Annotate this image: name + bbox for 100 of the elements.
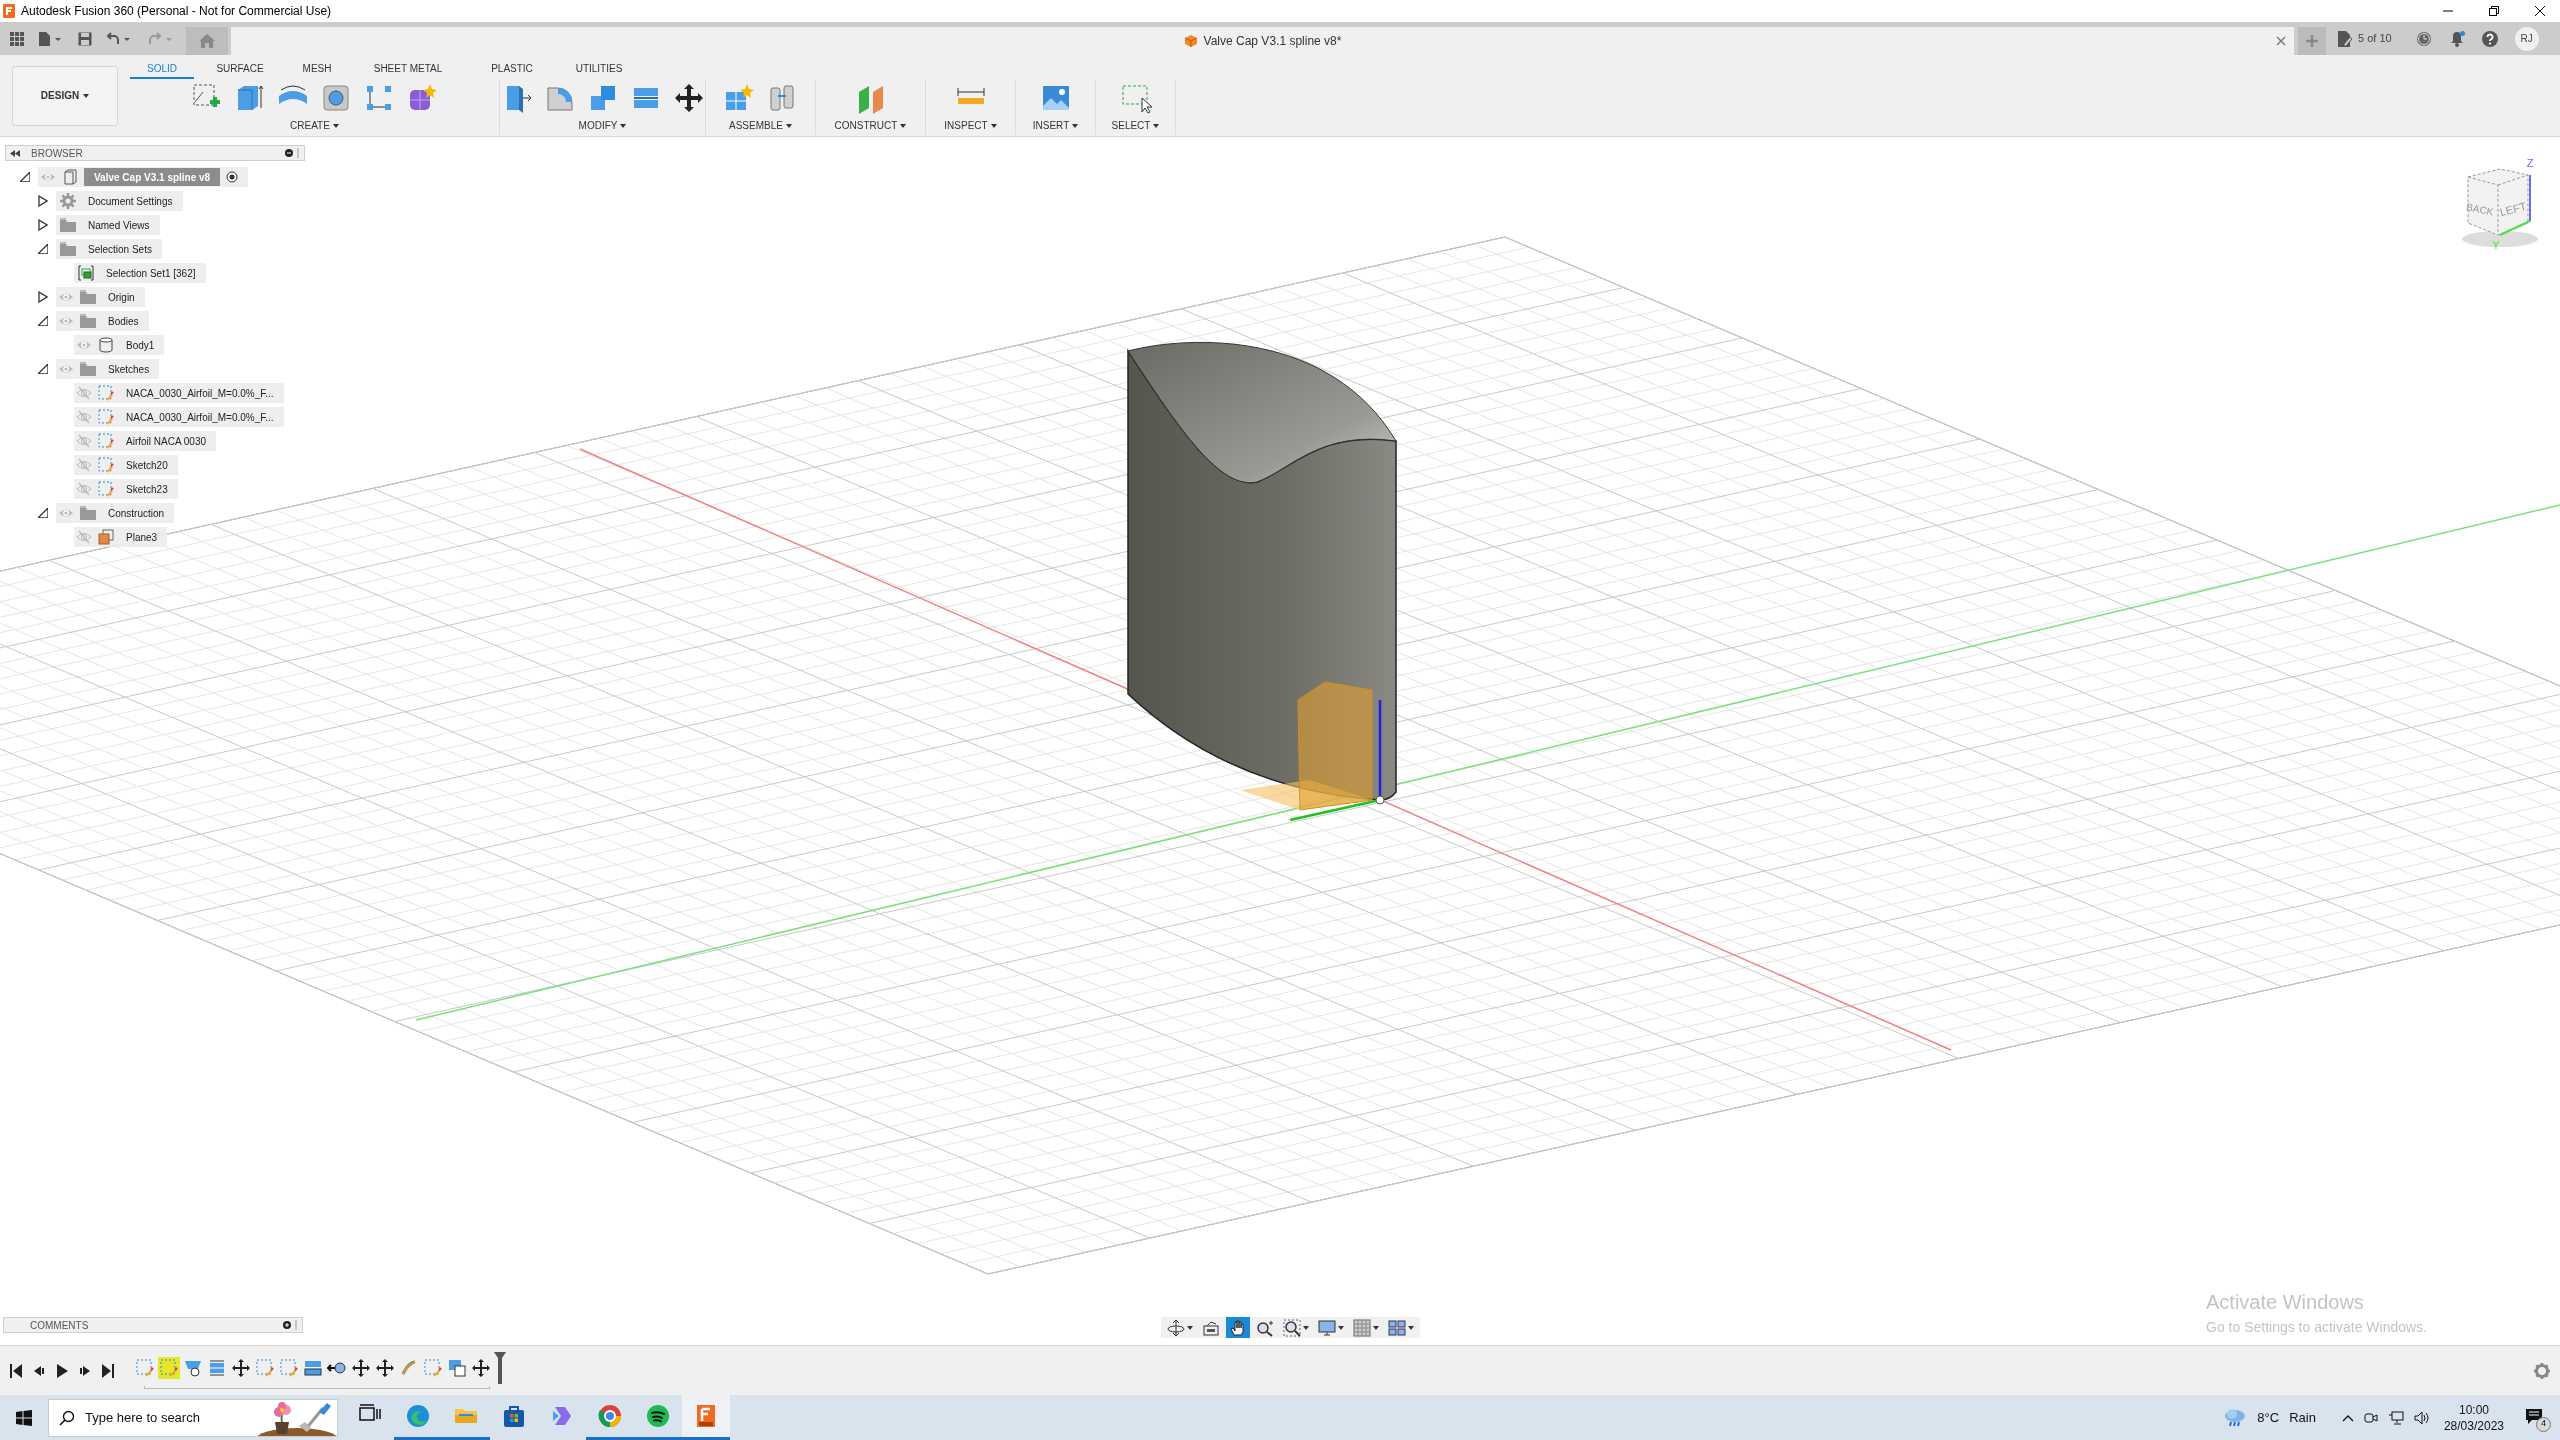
- collapse-panel-icon[interactable]: [10, 149, 20, 157]
- tree-item[interactable]: Sketch20: [74, 455, 178, 475]
- tool-group-menu[interactable]: MODIFY: [578, 118, 627, 133]
- tree-item[interactable]: Construction: [56, 503, 175, 523]
- tool-group-menu[interactable]: SELECT: [1111, 118, 1160, 133]
- weather-rain-icon[interactable]: [2223, 1407, 2248, 1428]
- collapse-arrow-icon[interactable]: [20, 172, 30, 182]
- caret-icon: [785, 123, 792, 128]
- minus-circle-icon[interactable]: [285, 149, 293, 157]
- restore-icon[interactable]: [2488, 5, 2500, 17]
- hole-icon[interactable]: [320, 82, 352, 114]
- timeline-feature[interactable]: [230, 1357, 252, 1379]
- settings-icon[interactable]: [2534, 1362, 2550, 1379]
- tree-item[interactable]: Selection Set1 [362]: [74, 263, 206, 283]
- nav-tool-button[interactable]: [1164, 1317, 1196, 1338]
- weather-condition[interactable]: Rain: [2289, 1407, 2316, 1428]
- panel-grip-icon[interactable]: [297, 148, 300, 158]
- document-edit-icon[interactable]: [2338, 30, 2352, 47]
- tree-item[interactable]: Named Views: [56, 215, 160, 235]
- start-icon[interactable]: [16, 1409, 32, 1426]
- collapse-arrow-icon[interactable]: [38, 364, 48, 374]
- close-tab-icon[interactable]: [2276, 36, 2286, 46]
- toolbar-tab[interactable]: UTILITIES: [556, 60, 642, 79]
- job-status[interactable]: 5 of 10: [2358, 30, 2392, 47]
- timeline-marker-icon[interactable]: [494, 1352, 506, 1384]
- search-box[interactable]: Type here to search: [48, 1398, 338, 1437]
- tree-item[interactable]: NACA_0030_Airfoil_M=0.0%_F...: [74, 383, 284, 403]
- toolbar-tab[interactable]: SURFACE: [194, 60, 286, 79]
- network-icon[interactable]: [2387, 1410, 2404, 1425]
- folder-icon: [60, 217, 76, 233]
- step-back-icon[interactable]: [33, 1363, 45, 1378]
- tree-item[interactable]: Document Settings: [56, 191, 183, 211]
- tree-item[interactable]: Body1: [74, 335, 165, 355]
- view-cube-drawing[interactable]: BACK LEFT Z Y: [2450, 157, 2550, 257]
- tree-item[interactable]: Sketches: [56, 359, 160, 379]
- caret-icon: [1338, 1325, 1344, 1330]
- nav-tool-button[interactable]: [1385, 1317, 1417, 1338]
- toolbar-tab[interactable]: MESH: [286, 60, 348, 79]
- expand-arrow-icon[interactable]: [38, 195, 48, 207]
- tool-group-menu[interactable]: INSPECT: [944, 118, 997, 133]
- search-icon: [59, 1409, 75, 1426]
- expand-arrow-icon[interactable]: [38, 219, 48, 231]
- toolbar-tab[interactable]: SOLID: [130, 60, 194, 79]
- tree-item[interactable]: Bodies: [56, 311, 149, 331]
- nav-tool-button[interactable]: [1226, 1317, 1250, 1338]
- toolbar-tab[interactable]: PLASTIC: [468, 60, 556, 79]
- document-tab[interactable]: Valve Cap V3.1 spline v8*: [231, 27, 2294, 55]
- nav-tool-button[interactable]: [1280, 1317, 1312, 1338]
- caret-icon: [1303, 1325, 1309, 1330]
- step-forward-icon[interactable]: [79, 1363, 91, 1378]
- user-avatar[interactable]: RJ: [2514, 26, 2539, 51]
- skip-to-end-icon[interactable]: [102, 1363, 114, 1378]
- tree-item[interactable]: NACA_0030_Airfoil_M=0.0%_F...: [74, 407, 284, 427]
- chevron-up-icon[interactable]: [2341, 1413, 2354, 1422]
- model-body-drawing[interactable]: [1127, 342, 1397, 801]
- nav-tool-button[interactable]: [1315, 1317, 1347, 1338]
- gear-icon: [60, 193, 76, 209]
- notification-center-icon[interactable]: [2526, 1408, 2542, 1425]
- add-comment-icon[interactable]: [283, 1321, 291, 1329]
- panel-grip-icon[interactable]: [295, 1320, 298, 1330]
- camera-icon[interactable]: [2363, 1410, 2378, 1425]
- clock-time[interactable]: 10:00: [2458, 1401, 2489, 1418]
- collapse-arrow-icon[interactable]: [38, 508, 48, 518]
- search-field[interactable]: Type here to search: [85, 1407, 235, 1428]
- timeline-feature[interactable]: [350, 1357, 372, 1379]
- expand-arrow-icon[interactable]: [38, 291, 48, 303]
- save-icon[interactable]: [78, 31, 92, 46]
- monitor-icon: [1318, 1318, 1336, 1337]
- move-arrows-icon: [375, 1358, 395, 1378]
- clock-date[interactable]: 28/03/2023: [2443, 1417, 2504, 1434]
- select-box-icon[interactable]: [1119, 82, 1152, 114]
- apps-grid-icon[interactable]: [10, 31, 24, 46]
- tree-item[interactable]: Sketch23: [74, 479, 178, 499]
- help-icon[interactable]: [2481, 30, 2498, 47]
- tool-group-menu[interactable]: CREATE: [290, 118, 339, 133]
- radio-button-icon[interactable]: [226, 171, 239, 183]
- tool-group-menu[interactable]: CONSTRUCT: [834, 118, 907, 133]
- tree-item[interactable]: Airfoil NACA 0030: [74, 431, 217, 451]
- window-title: Autodesk Fusion 360 (Personal - Not for Commercial Use): [21, 3, 332, 20]
- toolbar-tab[interactable]: SHEET METAL: [348, 60, 468, 79]
- taskbar-app[interactable]: [682, 1395, 730, 1440]
- timeline-feature[interactable]: [470, 1357, 492, 1379]
- folder-icon: [60, 241, 76, 257]
- tool-group-menu[interactable]: ASSEMBLE: [729, 118, 792, 133]
- tool-group-menu[interactable]: INSERT: [1032, 118, 1079, 133]
- volume-icon[interactable]: [2413, 1410, 2430, 1425]
- close-icon[interactable]: [2534, 5, 2546, 17]
- tree-item[interactable]: Selection Sets: [56, 239, 162, 259]
- collapse-arrow-icon[interactable]: [38, 316, 48, 326]
- clock-icon[interactable]: [2415, 30, 2432, 47]
- skip-to-start-icon[interactable]: [10, 1363, 22, 1378]
- tree-item[interactable]: Plane3: [74, 527, 168, 547]
- tree-item[interactable]: Origin: [56, 287, 145, 307]
- timeline-feature[interactable]: [374, 1357, 396, 1379]
- activation-message: Go to Settings to activate Windows.: [2206, 1318, 2427, 1337]
- collapse-arrow-icon[interactable]: [38, 244, 48, 254]
- workspace-dropdown[interactable]: DESIGN: [12, 65, 118, 126]
- weather-temperature[interactable]: 8°C: [2257, 1407, 2280, 1428]
- file-menu-icon[interactable]: [38, 30, 64, 47]
- play-icon[interactable]: [56, 1363, 68, 1378]
